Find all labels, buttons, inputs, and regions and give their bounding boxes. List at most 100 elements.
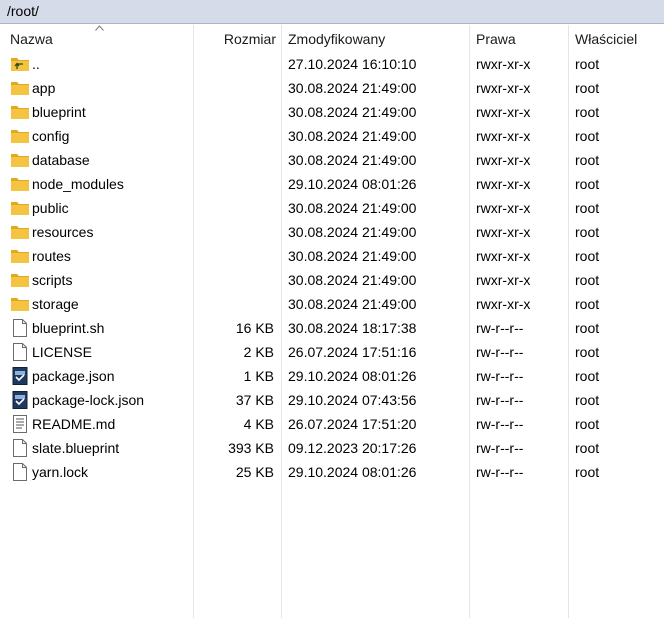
file-modified: 30.08.2024 21:49:00 <box>288 296 417 312</box>
file-name: resources <box>32 224 94 240</box>
folder-icon <box>10 244 30 268</box>
file-permissions: rwxr-xr-x <box>476 248 531 264</box>
file-owner: root <box>575 152 600 168</box>
folder-icon <box>10 124 30 148</box>
file-modified: 27.10.2024 16:10:10 <box>288 56 417 72</box>
file-modified: 30.08.2024 21:49:00 <box>288 248 417 264</box>
json-file-icon <box>10 388 30 412</box>
file-modified: 29.10.2024 08:01:26 <box>288 176 417 192</box>
column-header-perms[interactable]: Prawa <box>476 25 516 51</box>
file-owner: root <box>575 464 600 480</box>
file-owner: root <box>575 320 600 336</box>
file-modified: 29.10.2024 08:01:26 <box>288 368 417 384</box>
column-header-name[interactable]: Nazwa <box>10 25 53 51</box>
path-bar[interactable]: /root/ <box>0 0 664 24</box>
file-owner: root <box>575 440 600 456</box>
file-modified: 30.08.2024 21:49:00 <box>288 224 417 240</box>
file-permissions: rw-r--r-- <box>476 368 524 384</box>
column-header-size[interactable]: Rozmiar <box>224 25 276 51</box>
file-name: public <box>32 200 69 216</box>
file-permissions: rw-r--r-- <box>476 320 524 336</box>
current-path: /root/ <box>7 3 39 19</box>
file-row[interactable]: app 30.08.2024 21:49:00 rwxr-xr-x root <box>0 76 664 100</box>
file-name: routes <box>32 248 71 264</box>
file-name: slate.blueprint <box>32 440 120 456</box>
file-modified: 29.10.2024 07:43:56 <box>288 392 417 408</box>
file-row[interactable]: scripts 30.08.2024 21:49:00 rwxr-xr-x root <box>0 268 664 292</box>
file-name: .. <box>32 56 40 72</box>
file-name: scripts <box>32 272 73 288</box>
file-permissions: rwxr-xr-x <box>476 200 531 216</box>
file-name: package.json <box>32 368 115 384</box>
file-owner: root <box>575 80 600 96</box>
file-modified: 30.08.2024 21:49:00 <box>288 200 417 216</box>
file-name: app <box>32 80 56 96</box>
file-permissions: rw-r--r-- <box>476 344 524 360</box>
folder-icon <box>10 172 30 196</box>
file-modified: 30.08.2024 21:49:00 <box>288 104 417 120</box>
file-permissions: rw-r--r-- <box>476 464 524 480</box>
folder-icon <box>10 220 30 244</box>
file-modified: 30.08.2024 21:49:00 <box>288 80 417 96</box>
column-header-modified[interactable]: Zmodyfikowany <box>288 25 385 51</box>
file-owner: root <box>575 176 600 192</box>
folder-icon <box>10 268 30 292</box>
file-owner: root <box>575 104 600 120</box>
file-permissions: rw-r--r-- <box>476 416 524 432</box>
file-modified: 30.08.2024 21:49:00 <box>288 272 417 288</box>
file-modified: 26.07.2024 17:51:20 <box>288 416 417 432</box>
file-row[interactable]: node_modules 29.10.2024 08:01:26 rwxr-xr-x… <box>0 172 664 196</box>
file-row[interactable]: resources 30.08.2024 21:49:00 rwxr-xr-x roo… <box>0 220 664 244</box>
file-row[interactable]: storage 30.08.2024 21:49:00 rwxr-xr-x root <box>0 292 664 316</box>
parent-folder-icon <box>10 52 30 76</box>
file-name: database <box>32 152 90 168</box>
file-row[interactable]: README.md 4 KB 26.07.2024 17:51:20 rw-r--r-… <box>0 412 664 436</box>
file-row[interactable]: slate.blueprint 393 KB 09.12.2023 20:17:26… <box>0 436 664 460</box>
file-size: 4 KB <box>243 416 274 432</box>
file-row[interactable]: routes 30.08.2024 21:49:00 rwxr-xr-x root <box>0 244 664 268</box>
file-permissions: rwxr-xr-x <box>476 128 531 144</box>
file-name: config <box>32 128 70 144</box>
file-permissions: rwxr-xr-x <box>476 224 531 240</box>
file-permissions: rwxr-xr-x <box>476 272 531 288</box>
file-permissions: rw-r--r-- <box>476 440 524 456</box>
file-icon <box>10 340 30 364</box>
file-size: 2 KB <box>243 344 274 360</box>
column-header-owner[interactable]: Właściciel <box>575 25 637 51</box>
file-permissions: rwxr-xr-x <box>476 104 531 120</box>
file-row[interactable]: package-lock.json 37 KB 29.10.2024 07:43:5… <box>0 388 664 412</box>
file-permissions: rwxr-xr-x <box>476 80 531 96</box>
file-modified: 30.08.2024 21:49:00 <box>288 152 417 168</box>
file-modified: 29.10.2024 08:01:26 <box>288 464 417 480</box>
file-row[interactable]: blueprint 30.08.2024 21:49:00 rwxr-xr-x roo… <box>0 100 664 124</box>
folder-icon <box>10 196 30 220</box>
file-owner: root <box>575 344 600 360</box>
file-row[interactable]: yarn.lock 25 KB 29.10.2024 08:01:26 rw-r--r… <box>0 460 664 484</box>
file-modified: 30.08.2024 18:17:38 <box>288 320 417 336</box>
file-row[interactable]: config 30.08.2024 21:49:00 rwxr-xr-x root <box>0 124 664 148</box>
file-modified: 26.07.2024 17:51:16 <box>288 344 417 360</box>
file-name: package-lock.json <box>32 392 145 408</box>
file-owner: root <box>575 392 600 408</box>
folder-icon <box>10 292 30 316</box>
file-permissions: rwxr-xr-x <box>476 152 531 168</box>
file-row[interactable]: LICENSE 2 KB 26.07.2024 17:51:16 rw-r--r-- r… <box>0 340 664 364</box>
folder-icon <box>10 100 30 124</box>
file-row[interactable]: public 30.08.2024 21:49:00 rwxr-xr-x root <box>0 196 664 220</box>
file-owner: root <box>575 248 600 264</box>
file-name: storage <box>32 296 79 312</box>
file-size: 1 KB <box>243 368 274 384</box>
file-permissions: rw-r--r-- <box>476 392 524 408</box>
file-modified: 30.08.2024 21:49:00 <box>288 128 417 144</box>
file-row[interactable]: package.json 1 KB 29.10.2024 08:01:26 rw-r-… <box>0 364 664 388</box>
text-file-icon <box>10 412 30 436</box>
file-owner: root <box>575 368 600 384</box>
file-owner: root <box>575 224 600 240</box>
parent-directory-row[interactable]: .. 27.10.2024 16:10:10 rwxr-xr-x root <box>0 52 664 76</box>
file-icon <box>10 460 30 484</box>
folder-icon <box>10 76 30 100</box>
file-row[interactable]: blueprint.sh 16 KB 30.08.2024 18:17:38 rw-r… <box>0 316 664 340</box>
file-row[interactable]: database 30.08.2024 21:49:00 rwxr-xr-x root <box>0 148 664 172</box>
folder-icon <box>10 148 30 172</box>
file-size: 37 KB <box>235 392 274 408</box>
